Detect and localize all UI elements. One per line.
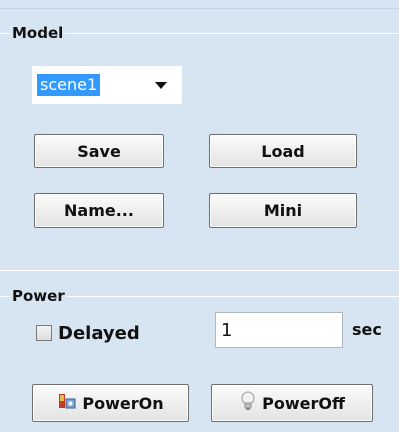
lightbulb-icon — [239, 391, 257, 415]
save-button[interactable]: Save — [34, 134, 164, 168]
power-on-icon — [57, 391, 77, 415]
power-on-label: PowerOn — [82, 393, 164, 413]
control-panel: Model scene1 Save Load Name... Mini Powe… — [0, 0, 399, 432]
model-group-title: Model — [10, 24, 66, 42]
name-button[interactable]: Name... — [34, 193, 164, 228]
save-button-label: Save — [77, 141, 121, 161]
delayed-checkbox-row[interactable]: Delayed — [36, 318, 140, 348]
scene-select-value: scene1 — [37, 74, 101, 96]
mini-button-label: Mini — [263, 201, 303, 220]
load-button-label: Load — [261, 141, 305, 161]
load-button[interactable]: Load — [209, 134, 357, 168]
delayed-label: Delayed — [58, 322, 140, 344]
name-button-label: Name... — [64, 201, 134, 220]
power-off-label: PowerOff — [262, 393, 345, 413]
scene-select[interactable]: scene1 — [32, 66, 182, 104]
power-on-button[interactable]: PowerOn — [32, 384, 189, 422]
power-group-separator — [0, 270, 399, 271]
delay-seconds-input[interactable] — [215, 312, 343, 348]
mini-button[interactable]: Mini — [209, 193, 357, 228]
power-group-title: Power — [10, 287, 67, 305]
delayed-checkbox[interactable] — [36, 325, 52, 341]
power-off-button[interactable]: PowerOff — [211, 384, 373, 422]
top-divider — [0, 8, 399, 9]
chevron-down-icon[interactable] — [155, 82, 167, 89]
seconds-unit-label: sec — [352, 320, 382, 339]
